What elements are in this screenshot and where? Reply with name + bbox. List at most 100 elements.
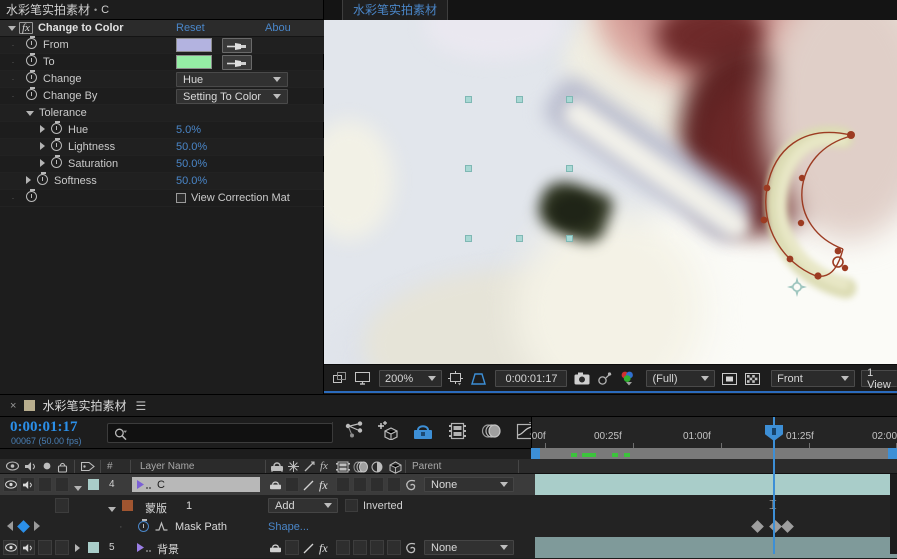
take-snapshot-camera-icon[interactable] xyxy=(574,372,590,385)
enable-motion-blur-icon[interactable] xyxy=(474,422,508,440)
view-layout-dropdown[interactable]: Front xyxy=(771,370,856,387)
property-group-tolerance[interactable]: Tolerance xyxy=(0,105,324,122)
view-count-dropdown[interactable]: 1 View xyxy=(861,367,897,391)
viewer-timecode-field[interactable]: 0:00:01:17 xyxy=(495,370,568,387)
mask-track[interactable]: ⌶ xyxy=(531,495,897,516)
parent-dropdown-4[interactable]: None xyxy=(424,477,514,492)
stopwatch-icon-softness[interactable] xyxy=(37,172,48,188)
lock-toggle-layer-4[interactable] xyxy=(55,477,69,492)
checkbox-view-correction-matte[interactable] xyxy=(176,193,186,203)
layer-label-color-5[interactable] xyxy=(88,542,99,553)
mask-path-keyframe-track[interactable] xyxy=(531,516,897,537)
three-d-switch-4[interactable] xyxy=(387,477,401,492)
expand-triangle-softness-icon[interactable] xyxy=(26,175,31,187)
stopwatch-icon-tolerance-saturation[interactable] xyxy=(51,155,62,171)
property-value-tolerance-hue[interactable]: 5.0% xyxy=(176,124,201,136)
selection-handle[interactable] xyxy=(516,235,523,242)
expand-triangle-hue-icon[interactable] xyxy=(40,124,45,136)
stopwatch-icon-change-by[interactable] xyxy=(26,87,37,103)
work-area-start-handle[interactable] xyxy=(531,448,540,459)
mask-lock-cell[interactable] xyxy=(55,498,69,513)
layer-duration-bar-5[interactable] xyxy=(535,537,897,558)
search-input[interactable] xyxy=(107,423,333,443)
shy-switch-4[interactable] xyxy=(269,480,282,494)
audio-toggle-layer-5[interactable] xyxy=(20,540,35,555)
dropdown-change[interactable]: Hue xyxy=(176,72,288,87)
color-swatch-to[interactable] xyxy=(176,55,212,69)
magnification-dropdown[interactable]: 200% xyxy=(379,370,443,387)
video-toggle-layer-5[interactable] xyxy=(3,540,18,555)
mask-shape-value-link[interactable]: Shape... xyxy=(268,521,309,533)
collapse-switch-5[interactable] xyxy=(285,540,299,555)
parent-link-icon-5[interactable] xyxy=(404,542,418,558)
three-d-switch-5[interactable] xyxy=(387,540,401,555)
mask-path-overlay[interactable] xyxy=(324,20,897,364)
layer-track-5[interactable] xyxy=(531,537,897,558)
table-row[interactable]: 蒙版 1 Add Inverted ⌶ xyxy=(0,495,897,516)
adjustment-switch-4[interactable] xyxy=(370,477,384,492)
parent-link-icon-4[interactable] xyxy=(404,479,418,495)
stopwatch-icon-mask-path[interactable] xyxy=(138,519,149,535)
mask-inverted-checkbox[interactable] xyxy=(345,499,358,512)
time-ruler[interactable]: :00f 00:25f 01:00f 01:25f 02:00 xyxy=(529,417,897,449)
layer-name-5[interactable]: 背景 xyxy=(157,541,179,557)
composition-flowchart-icon[interactable] xyxy=(338,421,372,440)
selection-handle[interactable] xyxy=(465,165,472,172)
selection-handle[interactable] xyxy=(566,165,573,172)
show-channels-icon[interactable] xyxy=(620,371,636,386)
solo-toggle-layer-5[interactable] xyxy=(38,540,52,555)
always-preview-monitor-icon[interactable] xyxy=(355,372,370,385)
column-header-layer-name[interactable]: Layer Name xyxy=(140,461,194,472)
current-timecode[interactable]: 0:00:01:17 xyxy=(10,419,78,436)
tab-composition[interactable]: 水彩笔实拍素材 xyxy=(342,0,449,21)
mask-label-color[interactable] xyxy=(122,500,133,511)
column-header-parent[interactable]: Parent xyxy=(412,461,441,472)
stopwatch-icon-tolerance-lightness[interactable] xyxy=(51,138,62,154)
work-area-end-handle[interactable] xyxy=(888,448,897,459)
selection-handle[interactable] xyxy=(566,96,573,103)
motion-blur-switch-4[interactable] xyxy=(353,477,367,492)
column-header-number[interactable]: # xyxy=(107,461,113,472)
eyedropper-from-icon[interactable] xyxy=(222,38,252,53)
graph-editor-set-icon[interactable] xyxy=(155,521,168,535)
frame-blend-switch-5[interactable] xyxy=(336,540,350,555)
lock-toggle-layer-5[interactable] xyxy=(55,540,69,555)
video-toggle-layer-4[interactable] xyxy=(3,477,18,492)
mask-name[interactable]: 蒙版 xyxy=(145,500,167,516)
collapse-switch-4[interactable] xyxy=(285,477,299,492)
previous-keyframe-arrow-icon[interactable] xyxy=(7,521,13,531)
timeline-comp-name[interactable]: 水彩笔实拍素材 xyxy=(42,397,126,414)
effect-header-change-to-color[interactable]: fx Change to Color Reset Abou xyxy=(0,20,324,37)
main-composition-icon[interactable] xyxy=(333,372,347,385)
stopwatch-icon-change[interactable] xyxy=(26,70,37,86)
dropdown-change-by[interactable]: Setting To Color xyxy=(176,89,288,104)
motion-blur-switch-5[interactable] xyxy=(353,540,367,555)
enable-frame-blending-icon[interactable] xyxy=(440,422,474,440)
resolution-auto-icon[interactable] xyxy=(448,371,464,386)
mask-mode-dropdown[interactable]: Add xyxy=(268,498,338,513)
effect-disclosure-triangle-icon[interactable] xyxy=(8,22,16,34)
hide-shy-layers-icon[interactable] xyxy=(406,422,440,440)
color-swatch-from[interactable] xyxy=(176,38,212,52)
close-icon[interactable]: × xyxy=(10,400,16,412)
frame-blend-switch-4[interactable] xyxy=(336,477,350,492)
effect-about-link[interactable]: Abou xyxy=(265,22,291,34)
layer-disclosure-triangle-icon-4[interactable] xyxy=(74,482,82,494)
keyframe-marker[interactable] xyxy=(769,520,782,533)
transparency-region-icon[interactable] xyxy=(722,372,738,386)
next-keyframe-arrow-icon[interactable] xyxy=(34,521,40,531)
quality-switch-5[interactable] xyxy=(303,543,314,557)
property-value-tolerance-lightness[interactable]: 50.0% xyxy=(176,141,207,153)
composition-canvas[interactable] xyxy=(324,20,897,364)
keyframe-toggle-diamond-icon[interactable] xyxy=(17,519,30,533)
selection-handle[interactable] xyxy=(465,96,472,103)
expand-triangle-saturation-icon[interactable] xyxy=(40,158,45,170)
resolution-dropdown[interactable]: (Full) xyxy=(646,370,716,387)
keyframe-marker[interactable] xyxy=(781,520,794,533)
transparency-grid-icon[interactable] xyxy=(745,372,761,386)
property-name-mask-path[interactable]: Mask Path xyxy=(175,521,227,533)
solo-toggle-layer-4[interactable] xyxy=(38,477,52,492)
property-value-tolerance-saturation[interactable]: 50.0% xyxy=(176,158,207,170)
mask-disclosure-triangle-icon[interactable] xyxy=(108,503,116,515)
table-row[interactable]: · Mask Path Shape... xyxy=(0,516,897,537)
